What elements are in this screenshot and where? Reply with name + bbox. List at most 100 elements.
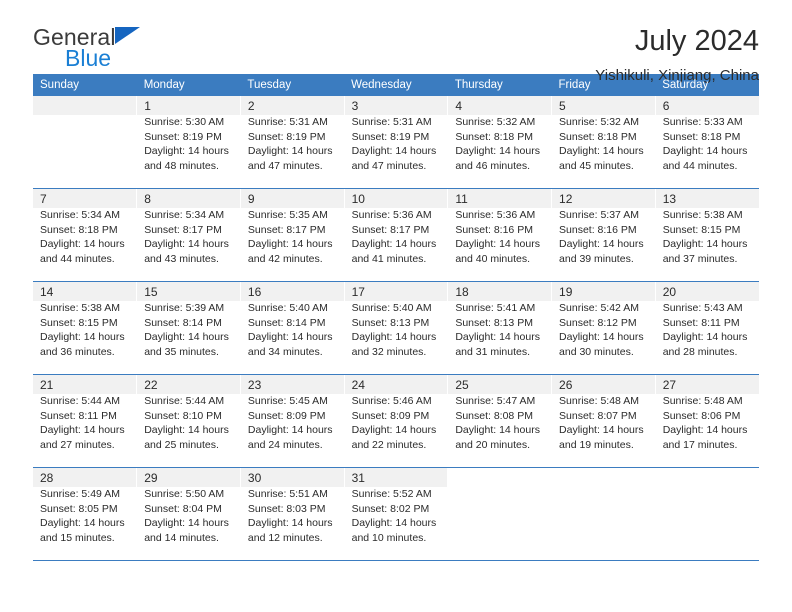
day-number[interactable]: 5 (551, 96, 656, 115)
daylight-text-line1: Daylight: 14 hours (559, 238, 644, 251)
day-cell[interactable]: Sunrise: 5:37 AM Sunset: 8:16 PM Dayligh… (551, 208, 656, 281)
day-cell[interactable]: Sunrise: 5:32 AM Sunset: 8:18 PM Dayligh… (447, 115, 552, 188)
day-cell[interactable]: Sunrise: 5:31 AM Sunset: 8:19 PM Dayligh… (239, 115, 345, 188)
day-cell[interactable]: Sunrise: 5:44 AM Sunset: 8:11 PM Dayligh… (33, 394, 137, 467)
day-number[interactable]: 27 (654, 375, 759, 394)
day-cell[interactable]: Sunrise: 5:39 AM Sunset: 8:14 PM Dayligh… (136, 301, 241, 374)
daylight-text-line2: and 19 minutes. (559, 438, 634, 451)
daylight-text-line1: Daylight: 14 hours (144, 238, 229, 251)
day-number[interactable]: 28 (33, 468, 137, 487)
day-cell[interactable]: Sunrise: 5:48 AM Sunset: 8:07 PM Dayligh… (551, 394, 656, 467)
sunset-text: Sunset: 8:19 PM (144, 130, 222, 143)
day-cell[interactable]: Sunrise: 5:33 AM Sunset: 8:18 PM Dayligh… (654, 115, 759, 188)
day-number[interactable]: 12 (551, 189, 656, 208)
day-number[interactable]: 1 (136, 96, 241, 115)
day-cell[interactable]: Sunrise: 5:32 AM Sunset: 8:18 PM Dayligh… (551, 115, 656, 188)
day-number[interactable]: 23 (239, 375, 345, 394)
day-number[interactable]: 17 (343, 282, 448, 301)
day-cell[interactable]: Sunrise: 5:46 AM Sunset: 8:09 PM Dayligh… (343, 394, 448, 467)
sunset-text: Sunset: 8:14 PM (247, 316, 326, 329)
daylight-text-line1: Daylight: 14 hours (559, 424, 644, 437)
day-cell-empty (33, 115, 137, 188)
daylight-text-line1: Daylight: 14 hours (351, 424, 437, 437)
sunrise-text: Sunrise: 5:41 AM (455, 302, 536, 314)
day-cell[interactable]: Sunrise: 5:40 AM Sunset: 8:13 PM Dayligh… (343, 301, 448, 374)
sunset-text: Sunset: 8:11 PM (40, 409, 117, 422)
day-number[interactable]: 24 (343, 375, 448, 394)
day-number[interactable]: 7 (33, 189, 137, 208)
day-cell[interactable]: Sunrise: 5:35 AM Sunset: 8:17 PM Dayligh… (239, 208, 345, 281)
day-number[interactable]: 20 (654, 282, 759, 301)
day-cell[interactable]: Sunrise: 5:30 AM Sunset: 8:19 PM Dayligh… (136, 115, 241, 188)
day-cell[interactable]: Sunrise: 5:41 AM Sunset: 8:13 PM Dayligh… (447, 301, 552, 374)
general-blue-logo[interactable]: General Blue (33, 26, 140, 70)
day-cell[interactable]: Sunrise: 5:50 AM Sunset: 8:04 PM Dayligh… (136, 487, 241, 560)
day-number[interactable]: 10 (343, 189, 448, 208)
day-number[interactable]: 31 (343, 468, 448, 487)
sunrise-text: Sunrise: 5:36 AM (351, 209, 432, 221)
day-number[interactable]: 25 (447, 375, 552, 394)
day-number[interactable]: 6 (654, 96, 759, 115)
day-cell[interactable]: Sunrise: 5:38 AM Sunset: 8:15 PM Dayligh… (654, 208, 759, 281)
day-cell[interactable]: Sunrise: 5:48 AM Sunset: 8:06 PM Dayligh… (654, 394, 759, 467)
daylight-text-line1: Daylight: 14 hours (351, 145, 437, 158)
day-number[interactable] (33, 96, 137, 115)
daylight-text-line1: Daylight: 14 hours (247, 331, 333, 344)
sunset-text: Sunset: 8:09 PM (247, 409, 326, 422)
day-number[interactable]: 9 (239, 189, 345, 208)
day-number[interactable]: 8 (136, 189, 241, 208)
day-number[interactable]: 2 (239, 96, 345, 115)
week-1-daynum-row: 1 2 3 4 5 6 (33, 96, 759, 115)
day-cell[interactable]: Sunrise: 5:45 AM Sunset: 8:09 PM Dayligh… (239, 394, 345, 467)
day-number[interactable]: 11 (447, 189, 552, 208)
day-number[interactable]: 18 (447, 282, 552, 301)
sunrise-text: Sunrise: 5:38 AM (662, 209, 743, 221)
day-cell[interactable]: Sunrise: 5:34 AM Sunset: 8:18 PM Dayligh… (33, 208, 137, 281)
logo-text-blue: Blue (65, 45, 112, 71)
day-number[interactable]: 19 (551, 282, 656, 301)
day-number[interactable]: 4 (447, 96, 552, 115)
day-cell[interactable]: Sunrise: 5:31 AM Sunset: 8:19 PM Dayligh… (343, 115, 448, 188)
day-cell[interactable]: Sunrise: 5:42 AM Sunset: 8:12 PM Dayligh… (551, 301, 656, 374)
day-cell[interactable]: Sunrise: 5:43 AM Sunset: 8:11 PM Dayligh… (654, 301, 759, 374)
daylight-text-line1: Daylight: 14 hours (144, 424, 229, 437)
week-2-daynum-row: 7 8 9 10 11 12 13 (33, 189, 759, 208)
day-number[interactable]: 3 (343, 96, 448, 115)
day-number[interactable]: 21 (33, 375, 137, 394)
day-cell[interactable]: Sunrise: 5:38 AM Sunset: 8:15 PM Dayligh… (33, 301, 137, 374)
day-number[interactable]: 16 (239, 282, 345, 301)
sunrise-text: Sunrise: 5:51 AM (247, 488, 328, 500)
day-cell[interactable]: Sunrise: 5:51 AM Sunset: 8:03 PM Dayligh… (239, 487, 345, 560)
day-cell[interactable]: Sunrise: 5:52 AM Sunset: 8:02 PM Dayligh… (343, 487, 448, 560)
day-number[interactable]: 14 (33, 282, 137, 301)
daylight-text-line1: Daylight: 14 hours (144, 145, 229, 158)
daylight-text-line2: and 42 minutes. (247, 252, 323, 265)
sunrise-text: Sunrise: 5:36 AM (455, 209, 536, 221)
day-number[interactable]: 13 (654, 189, 759, 208)
day-cell[interactable]: Sunrise: 5:36 AM Sunset: 8:16 PM Dayligh… (447, 208, 552, 281)
week-5-info-row: Sunrise: 5:49 AM Sunset: 8:05 PM Dayligh… (33, 487, 759, 560)
daylight-text-line1: Daylight: 14 hours (144, 517, 229, 530)
day-number[interactable]: 26 (551, 375, 656, 394)
sunset-text: Sunset: 8:07 PM (559, 409, 637, 422)
daylight-text-line2: and 31 minutes. (455, 345, 531, 358)
day-number[interactable]: 15 (136, 282, 241, 301)
day-number[interactable]: 29 (136, 468, 241, 487)
sunrise-text: Sunrise: 5:30 AM (144, 116, 225, 128)
daylight-text-line2: and 36 minutes. (40, 345, 115, 358)
sunset-text: Sunset: 8:15 PM (662, 223, 741, 236)
sunset-text: Sunset: 8:17 PM (351, 223, 430, 236)
daylight-text-line1: Daylight: 14 hours (351, 331, 437, 344)
day-number[interactable]: 30 (239, 468, 345, 487)
day-cell[interactable]: Sunrise: 5:36 AM Sunset: 8:17 PM Dayligh… (343, 208, 448, 281)
month-calendar: Sunday Monday Tuesday Wednesday Thursday… (33, 74, 759, 561)
day-cell[interactable]: Sunrise: 5:47 AM Sunset: 8:08 PM Dayligh… (447, 394, 552, 467)
daylight-text-line1: Daylight: 14 hours (144, 331, 229, 344)
daylight-text-line2: and 17 minutes. (662, 438, 738, 451)
daylight-text-line2: and 25 minutes. (144, 438, 219, 451)
day-number[interactable]: 22 (136, 375, 241, 394)
day-cell[interactable]: Sunrise: 5:49 AM Sunset: 8:05 PM Dayligh… (33, 487, 137, 560)
day-cell[interactable]: Sunrise: 5:40 AM Sunset: 8:14 PM Dayligh… (239, 301, 345, 374)
day-cell[interactable]: Sunrise: 5:44 AM Sunset: 8:10 PM Dayligh… (136, 394, 241, 467)
day-cell[interactable]: Sunrise: 5:34 AM Sunset: 8:17 PM Dayligh… (136, 208, 241, 281)
